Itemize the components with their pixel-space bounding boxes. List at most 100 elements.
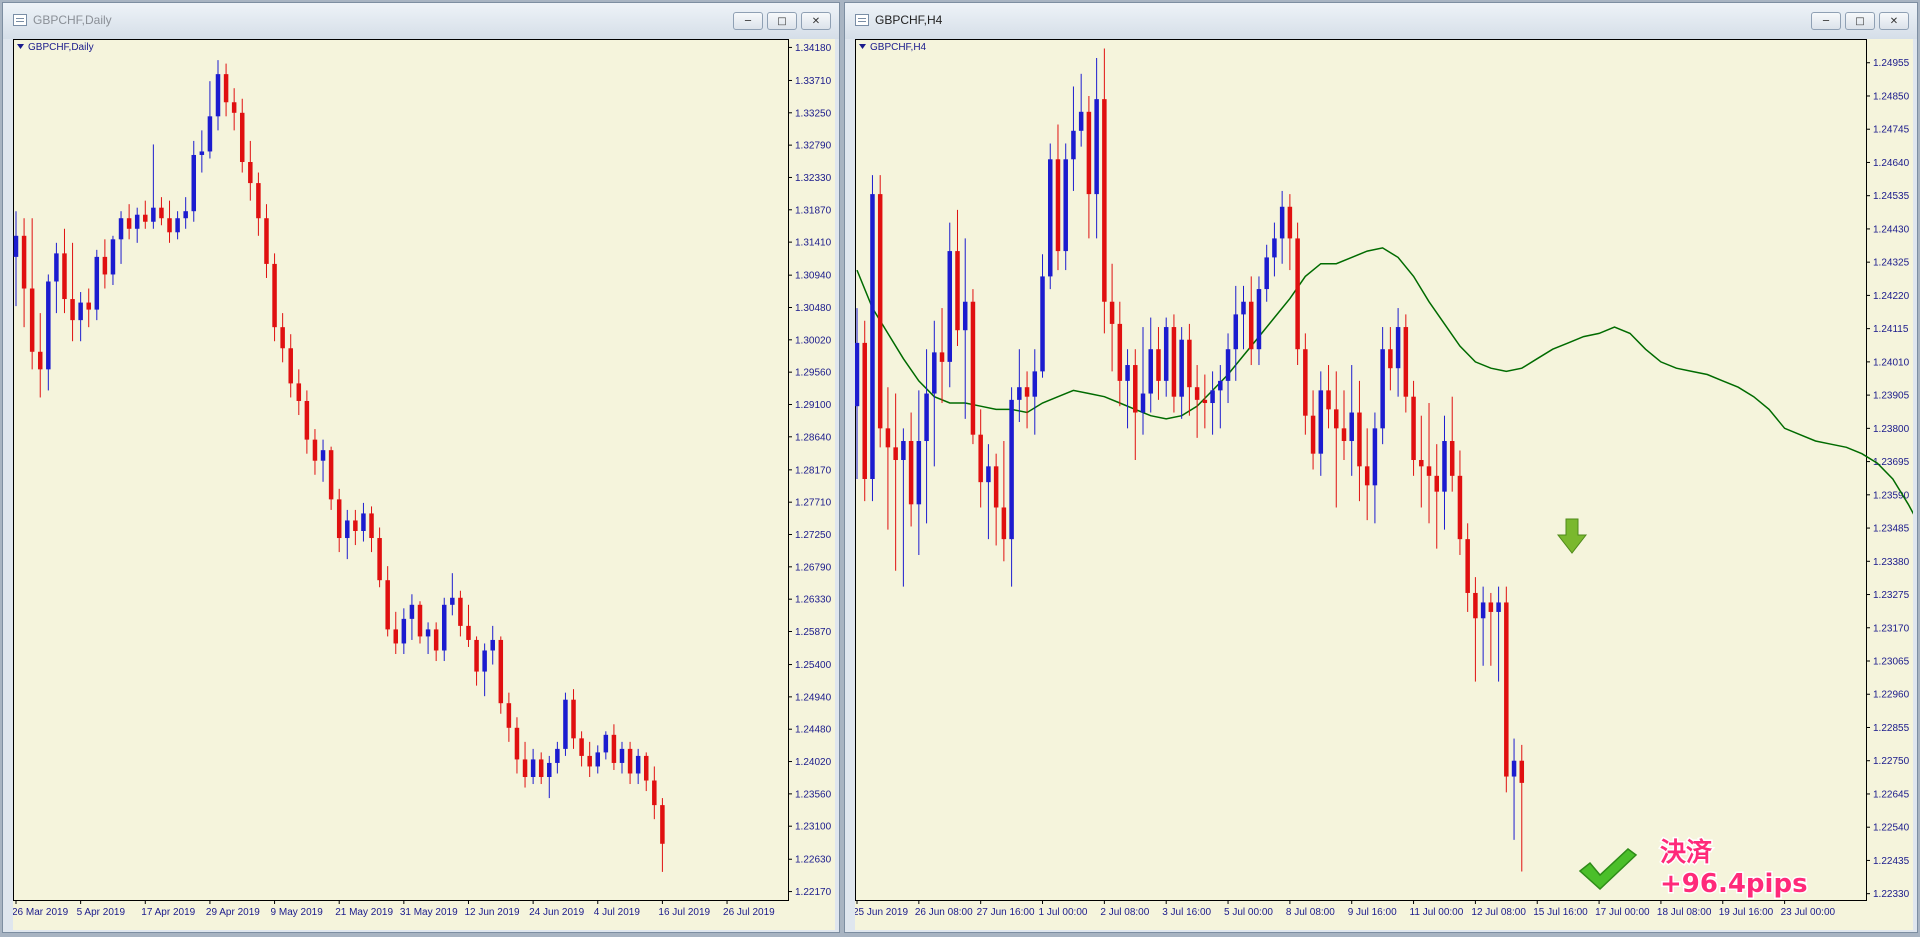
candle-up — [1218, 380, 1223, 391]
x-tick-label: 9 May 2019 — [271, 907, 324, 918]
x-tick-label: 26 Jul 2019 — [723, 907, 775, 918]
x-tick-label: 4 Jul 2019 — [594, 907, 641, 918]
candle-up — [401, 618, 407, 644]
candle-up — [947, 251, 953, 362]
y-tick-label: 1.32330 — [795, 173, 832, 184]
y-tick-label: 1.22855 — [1873, 723, 1910, 734]
minimize-button[interactable]: ─ — [733, 12, 763, 30]
x-tick-label: 31 May 2019 — [400, 907, 458, 918]
candle-down — [1055, 159, 1061, 252]
maximize-button[interactable]: □ — [1845, 12, 1875, 30]
candle-down — [223, 74, 229, 103]
candle-up — [13, 235, 19, 257]
candle-down — [21, 235, 27, 289]
candle-down — [86, 302, 91, 310]
candle-down — [1202, 399, 1208, 404]
candle-down — [1334, 409, 1339, 429]
candle-up — [1148, 349, 1153, 394]
candle-up — [1256, 289, 1262, 350]
y-tick-label: 1.30020 — [795, 335, 832, 346]
candle-up — [134, 214, 140, 229]
candle-down — [1473, 592, 1478, 619]
title-bar[interactable]: GBPCHF,Daily ─ □ ✕ — [3, 3, 839, 39]
candle-down — [1303, 349, 1308, 416]
candle-up — [450, 597, 455, 605]
x-tick-label: 17 Apr 2019 — [141, 907, 195, 918]
maximize-button[interactable]: □ — [767, 12, 797, 30]
y-tick-label: 1.27250 — [795, 530, 832, 541]
candle-up — [490, 639, 495, 651]
candle-down — [1341, 428, 1347, 442]
chart-plot-area[interactable]: 1.34180 1.33710 1.33250 1.32790 1.32330 1.318… — [13, 39, 835, 930]
y-tick-label: 1.22630 — [795, 855, 832, 866]
candle-down — [256, 183, 261, 219]
title-bar[interactable]: GBPCHF,H4 ─ □ ✕ — [845, 3, 1917, 39]
candle-up — [1233, 314, 1239, 350]
candle-down — [70, 299, 75, 321]
x-tick-label: 23 Jul 00:00 — [1781, 907, 1836, 918]
y-tick-label: 1.24115 — [1873, 324, 1909, 335]
y-tick-label: 1.23485 — [1873, 524, 1910, 535]
candle-up — [441, 604, 447, 651]
candle-up — [320, 450, 326, 461]
candle-up — [901, 441, 906, 461]
candle-down — [433, 629, 439, 651]
close-button[interactable]: ✕ — [1879, 12, 1909, 30]
close-button[interactable]: ✕ — [801, 12, 831, 30]
candle-up — [1094, 99, 1099, 195]
y-tick-label: 1.22645 — [1873, 789, 1910, 800]
candle-down — [353, 520, 358, 531]
candle-down — [587, 755, 592, 767]
y-tick-label: 1.24430 — [1873, 224, 1910, 235]
x-tick-label: 5 Jul 00:00 — [1224, 907, 1273, 918]
daily-candlestick-chart[interactable]: 1.34180 1.33710 1.33250 1.32790 1.32330 1.318… — [13, 39, 835, 930]
candle-up — [151, 207, 156, 222]
minimize-icon: ─ — [1822, 15, 1830, 27]
candle-up — [603, 734, 609, 753]
chart-window-h4[interactable]: GBPCHF,H4 ─ □ ✕ 1.24955 1.24850 1.24745 1.2… — [844, 2, 1918, 933]
candle-down — [417, 604, 423, 637]
x-tick-label: 3 Jul 16:00 — [1162, 907, 1211, 918]
minimize-button[interactable]: ─ — [1811, 12, 1841, 30]
candle-down — [336, 499, 342, 539]
candle-down — [877, 194, 883, 429]
chart-background — [13, 39, 835, 930]
y-tick-label: 1.28170 — [795, 465, 832, 476]
candle-up — [78, 302, 83, 321]
candle-up — [932, 352, 937, 394]
candle-down — [862, 342, 867, 479]
y-tick-label: 1.23170 — [1873, 623, 1910, 634]
y-tick-label: 1.22170 — [795, 887, 832, 898]
candle-up — [1078, 111, 1084, 131]
y-tick-label: 1.26790 — [795, 562, 832, 573]
chart-window-icon — [13, 14, 27, 26]
candle-down — [1419, 460, 1424, 467]
candle-down — [1364, 466, 1370, 486]
candle-down — [328, 450, 334, 500]
candle-up — [1040, 276, 1045, 372]
candle-down — [1109, 301, 1115, 324]
chart-plot-area[interactable]: 1.24955 1.24850 1.24745 1.24640 1.24535 1.244… — [855, 39, 1913, 930]
y-tick-label: 1.24850 — [1873, 91, 1910, 102]
y-tick-label: 1.24325 — [1873, 258, 1910, 269]
y-tick-label: 1.24955 — [1873, 58, 1910, 69]
candle-up — [1017, 387, 1022, 400]
candle-down — [1248, 301, 1254, 350]
candle-up — [1179, 339, 1184, 397]
h4-candlestick-chart[interactable]: 1.24955 1.24850 1.24745 1.24640 1.24535 1.244… — [855, 39, 1913, 930]
y-tick-label: 1.23800 — [1873, 424, 1910, 435]
x-tick-label: 9 Jul 16:00 — [1348, 907, 1397, 918]
maximize-icon: □ — [777, 15, 787, 27]
chart-window-daily[interactable]: GBPCHF,Daily ─ □ ✕ 1.34180 1.33710 1.33250… — [2, 2, 840, 933]
candle-up — [425, 629, 431, 637]
y-tick-label: 1.22540 — [1873, 823, 1910, 834]
candle-down — [385, 580, 390, 630]
candle-up — [175, 218, 180, 233]
candle-down — [272, 263, 277, 328]
x-tick-label: 8 Jul 08:00 — [1286, 907, 1335, 918]
candle-up — [215, 74, 221, 117]
candle-up — [1163, 327, 1169, 381]
candle-up — [1225, 349, 1231, 381]
candle-up — [547, 762, 552, 777]
y-tick-label: 1.24020 — [795, 757, 832, 768]
